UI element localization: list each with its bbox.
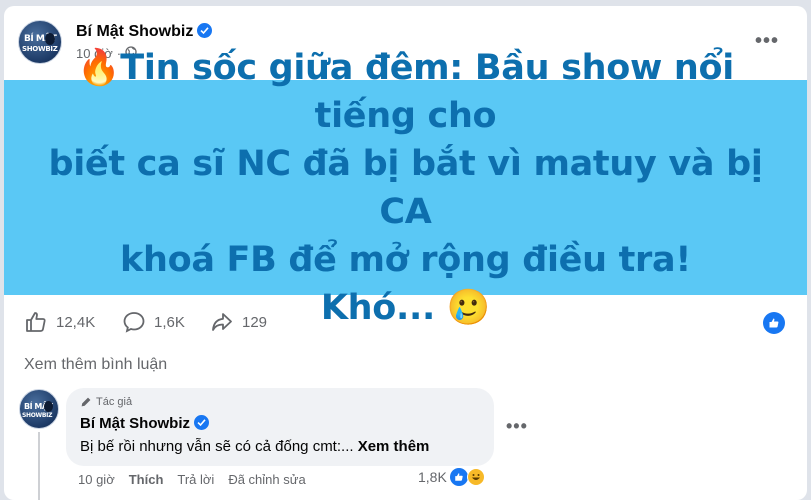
comment-author-name[interactable]: Bí Mật Showbiz [80, 415, 190, 432]
share-button[interactable]: 129 [210, 302, 267, 342]
comment-edited-label[interactable]: Đã chỉnh sửa [228, 472, 305, 487]
view-more-comments-link[interactable]: Xem thêm bình luận [24, 356, 167, 374]
page-name-link[interactable]: Bí Mật Showbiz [76, 23, 193, 40]
thumbs-up-icon [26, 312, 46, 332]
banner-line: 🔥Tin sốc giữa đêm: Bầu show nổi tiếng ch… [77, 47, 734, 136]
comment-time[interactable]: 10 giờ [78, 472, 115, 487]
comment-reaction-count: 1,8K [418, 469, 447, 485]
avatar-figure [44, 401, 53, 412]
comment-thread-line [38, 432, 40, 500]
author-tag: Tác giả [80, 396, 132, 408]
see-more-link[interactable]: Xem thêm [358, 438, 430, 455]
comment-button[interactable]: 1,6K [122, 302, 185, 342]
comment-avatar[interactable]: BÍ MẬT SHOWBIZ [19, 389, 59, 429]
comment-body: Bị bế rồi nhưng vẫn sẽ có cả đống cmt:..… [80, 438, 358, 455]
share-arrow-icon [212, 313, 232, 331]
comment-reply-button[interactable]: Trả lời [177, 472, 214, 487]
comment-bubble-icon [123, 312, 145, 333]
banner-text: 🔥Tin sốc giữa đêm: Bầu show nổi tiếng ch… [26, 44, 786, 332]
comments-count: 1,6K [154, 313, 185, 331]
shares-count: 129 [242, 313, 268, 331]
like-reaction-icon[interactable] [763, 312, 785, 334]
comment-actions: 10 giờ Thích Trả lời Đã chỉnh sửa [78, 472, 306, 487]
like-button[interactable]: 12,4K [24, 302, 95, 342]
post-card: BÍ MẬT SHOWBIZ Bí Mật Showbiz 10 giờ · •… [4, 6, 807, 500]
comment-like-button[interactable]: Thích [129, 472, 164, 487]
verified-badge-icon [194, 415, 209, 430]
verified-badge-icon [197, 23, 213, 38]
banner-line: biết ca sĩ NC đã bị bắt vì matuy và bị C… [48, 143, 763, 232]
haha-reaction-icon [466, 468, 485, 486]
comment-text: Bị bế rồi nhưng vẫn sẽ có cả đống cmt:..… [80, 438, 429, 455]
like-reaction-icon [449, 468, 468, 486]
comment-author-row: Bí Mật Showbiz [80, 415, 209, 432]
post-banner[interactable]: 🔥Tin sốc giữa đêm: Bầu show nổi tiếng ch… [4, 48, 807, 328]
page-name-row: Bí Mật Showbiz [76, 23, 213, 41]
reactions-count: 12,4K [56, 313, 96, 331]
author-tag-label: Tác giả [96, 396, 133, 408]
pencil-icon [81, 397, 91, 407]
post-actions-bar: 12,4K 1,6K 129 [4, 302, 807, 342]
comment-reactions[interactable]: 1,8K [418, 468, 485, 486]
comment-bubble: Tác giả Bí Mật Showbiz Bị bế rồi nhưng v… [66, 388, 494, 466]
banner-line: khoá FB để mở rộng điều tra! [119, 239, 691, 280]
comment-more-options-icon[interactable]: ••• [506, 416, 528, 437]
avatar-text-bottom: SHOWBIZ [22, 412, 53, 419]
